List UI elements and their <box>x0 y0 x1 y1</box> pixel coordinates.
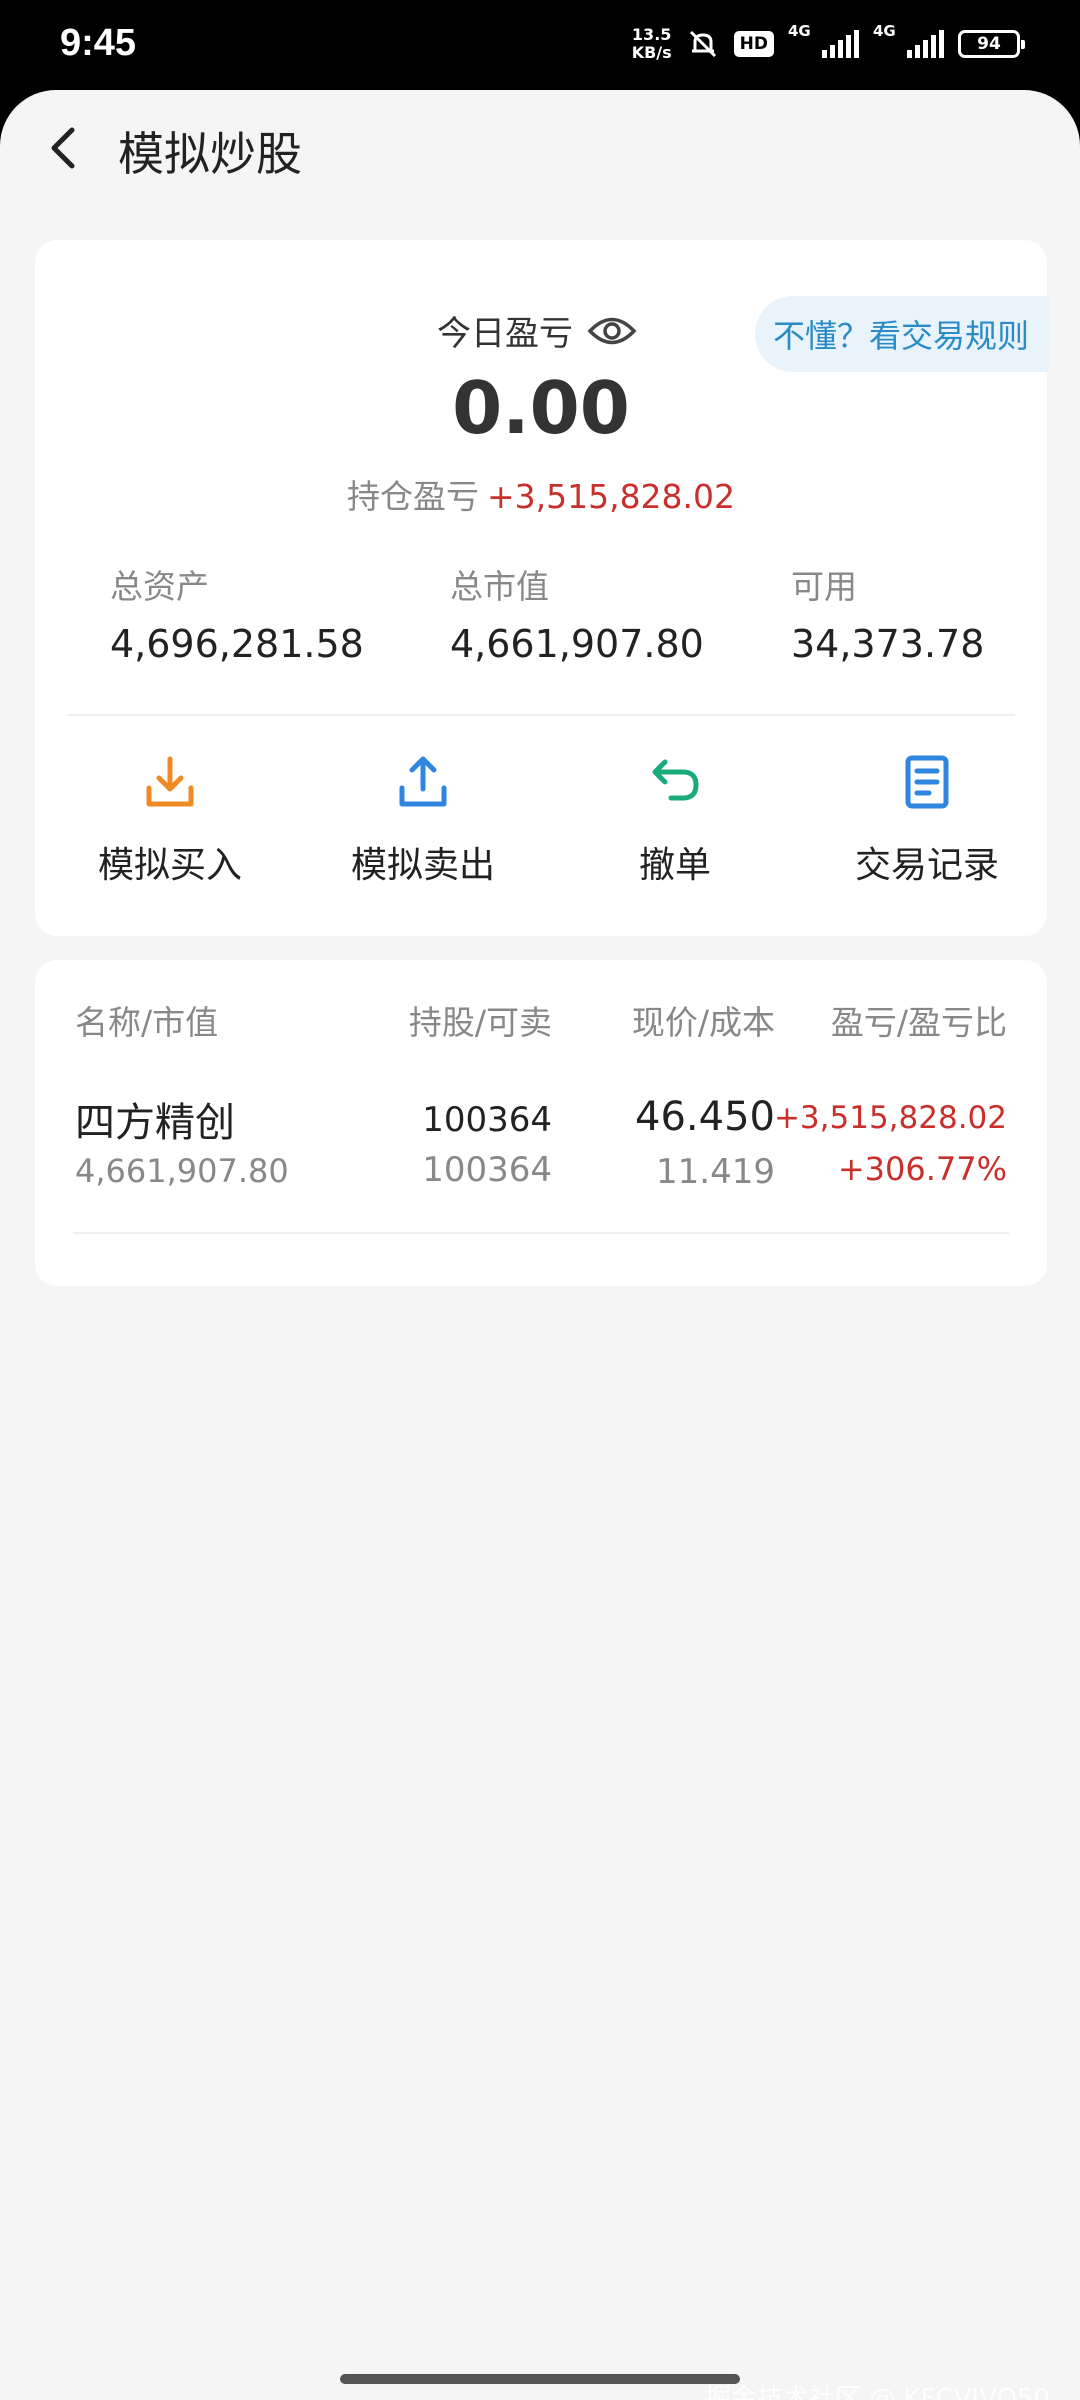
upload-icon <box>313 750 533 814</box>
divider <box>73 1232 1009 1234</box>
stat-available: 可用 34,373.78 <box>791 560 984 666</box>
simulate-buy-button[interactable]: 模拟买入 <box>60 750 280 888</box>
stock-shares: 100364 <box>422 1100 552 1140</box>
trading-rules-link[interactable]: 不懂？看交易规则 <box>754 296 1049 372</box>
status-bar: 9:45 13.5 KB/s HD 4G 4G 94 <box>0 0 1080 92</box>
stock-market-value: 4,661,907.80 <box>75 1152 289 1190</box>
holding-pnl-label: 持仓盈亏 <box>346 477 479 516</box>
divider <box>67 714 1015 716</box>
account-summary-card: 今日盈亏 不懂？看交易规则 0.00 持仓盈亏 +3,515,828.02 总资产… <box>35 240 1049 936</box>
action-label: 交易记录 <box>854 845 999 886</box>
simulate-sell-button[interactable]: 模拟卖出 <box>313 750 533 888</box>
status-time: 9:45 <box>60 22 137 64</box>
header: 模拟炒股 <box>0 90 1080 210</box>
page: 模拟炒股 今日盈亏 不懂？看交易规则 0.00 持仓盈亏 +3,515,828.0… <box>0 90 1080 2400</box>
action-label: 撤单 <box>638 845 711 886</box>
net-speed-value: 13.5 <box>631 25 672 44</box>
stat-total-assets: 总资产 4,696,281.58 <box>110 560 364 666</box>
stock-name: 四方精创 <box>75 1100 235 1146</box>
holdings-card: 名称/市值 持股/可卖 现价/成本 盈亏/盈亏比 四方精创 4,661,907.… <box>35 960 1047 1286</box>
stat-value: 4,661,907.80 <box>450 622 704 666</box>
column-header-price: 现价/成本 <box>631 1003 775 1042</box>
muted-bell-icon <box>686 27 720 61</box>
back-button[interactable] <box>36 120 92 176</box>
stock-pnl-ratio: +306.77% <box>837 1150 1007 1188</box>
net-speed-unit: KB/s <box>631 43 672 62</box>
hd-badge: HD <box>733 31 774 57</box>
stat-label: 可用 <box>791 567 857 606</box>
download-icon <box>60 750 280 814</box>
stat-market-value: 总市值 4,661,907.80 <box>450 560 704 666</box>
undo-icon <box>565 750 785 814</box>
signal-1-icon: 4G <box>788 22 859 58</box>
status-icons: 13.5 KB/s HD 4G 4G 94 <box>632 22 1025 62</box>
eye-icon[interactable] <box>587 314 637 348</box>
column-header-name: 名称/市值 <box>75 1003 219 1042</box>
watermark: 掘金技术社区 @ KFCVIVO50 <box>704 2384 1050 2400</box>
column-header-shares: 持股/可卖 <box>408 1003 552 1042</box>
today-pnl-header: 今日盈亏 <box>437 306 637 355</box>
battery-indicator: 94 <box>958 30 1025 58</box>
column-header-pnl: 盈亏/盈亏比 <box>830 1003 1007 1042</box>
action-label: 模拟卖出 <box>350 845 495 886</box>
stock-pnl: +3,515,828.02 <box>773 1100 1007 1136</box>
cancel-order-button[interactable]: 撤单 <box>565 750 785 888</box>
action-label: 模拟买入 <box>97 845 242 886</box>
home-indicator[interactable] <box>340 2374 740 2384</box>
page-title: 模拟炒股 <box>118 127 302 181</box>
signal-1-label: 4G <box>788 22 811 40</box>
chevron-left-icon <box>51 127 75 169</box>
stat-label: 总市值 <box>450 567 549 606</box>
signal-2-icon: 4G <box>873 22 944 58</box>
stock-price: 46.450 <box>635 1094 775 1140</box>
today-pnl-value: 0.00 <box>452 366 630 450</box>
action-bar: 模拟买入 模拟卖出 撤单 交易记录 <box>35 750 1047 900</box>
stat-value: 34,373.78 <box>791 622 985 666</box>
trade-history-button[interactable]: 交易记录 <box>817 750 1037 888</box>
holding-pnl-value: +3,515,828.02 <box>486 477 736 516</box>
stock-sellable: 100364 <box>422 1150 552 1190</box>
net-speed: 13.5 KB/s <box>632 26 672 62</box>
today-pnl-label: 今日盈亏 <box>437 314 573 354</box>
stat-value: 4,696,281.58 <box>110 622 364 666</box>
stock-cost: 11.419 <box>656 1152 775 1192</box>
stat-label: 总资产 <box>110 567 209 606</box>
holding-pnl: 持仓盈亏 +3,515,828.02 <box>35 470 1047 518</box>
signal-2-label: 4G <box>873 22 896 40</box>
document-icon <box>817 750 1037 814</box>
